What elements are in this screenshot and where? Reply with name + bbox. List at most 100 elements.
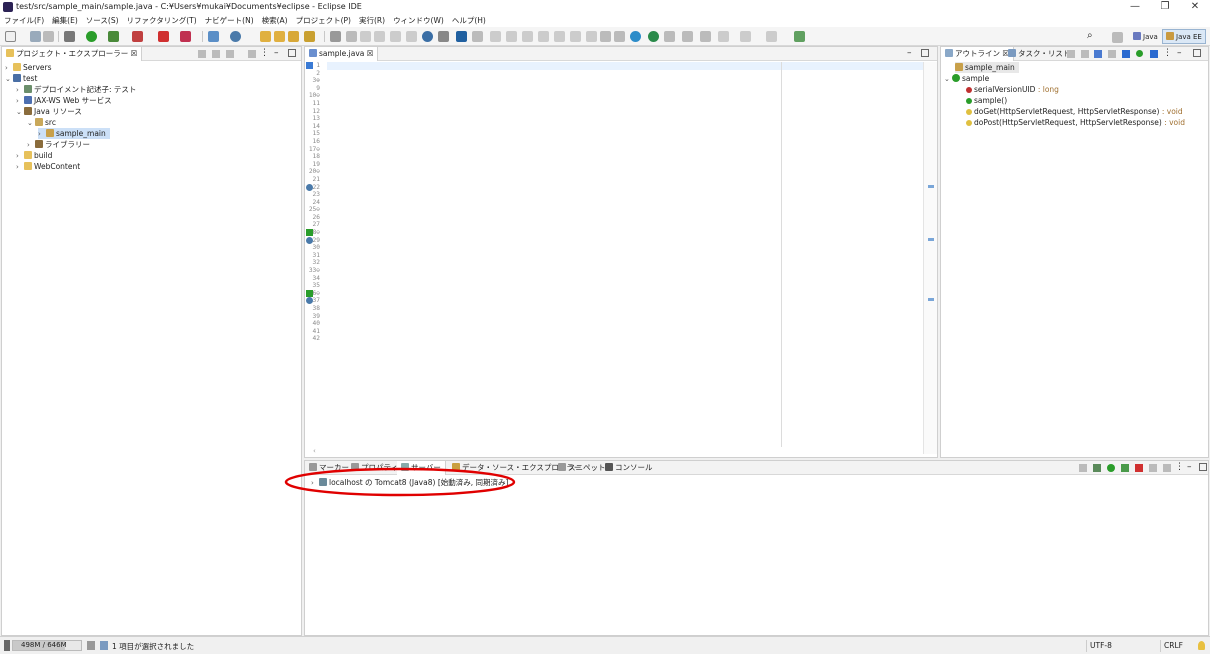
forward-icon[interactable] xyxy=(766,31,777,42)
minimize-button[interactable]: — xyxy=(1120,0,1150,14)
link-editor-icon[interactable] xyxy=(212,50,220,58)
overview-task-marker[interactable] xyxy=(928,238,934,241)
stop-server-icon[interactable] xyxy=(158,31,169,42)
coverage-icon[interactable] xyxy=(132,31,143,42)
hide-nonpublic-icon[interactable] xyxy=(1108,50,1116,58)
overview-task-marker[interactable] xyxy=(928,298,934,301)
maximize-view-icon[interactable] xyxy=(288,49,296,57)
open-perspective-button[interactable] xyxy=(1112,32,1123,43)
tree-item-jaxws[interactable]: › JAX-WS Web サービス xyxy=(16,95,112,106)
chevron-right-icon[interactable]: › xyxy=(16,162,24,173)
menu-help[interactable]: ヘルプ(H) xyxy=(448,14,490,27)
encoding-status[interactable]: UTF-8 xyxy=(1090,641,1112,650)
menu-window[interactable]: ウィンドウ(W) xyxy=(389,14,448,27)
tip-lightbulb-icon[interactable] xyxy=(1198,641,1205,650)
resume-icon[interactable] xyxy=(490,31,501,42)
chevron-down-icon[interactable]: ⌄ xyxy=(16,107,24,118)
block-select-icon[interactable] xyxy=(360,31,371,42)
tree-item-webcontent[interactable]: › WebContent xyxy=(16,161,80,172)
tree-item-deployment-descriptor[interactable]: › デプロイメント記述子: テスト xyxy=(16,84,136,95)
public-filter-icon[interactable] xyxy=(1136,50,1143,57)
editor-overview-ruler[interactable] xyxy=(923,62,937,454)
sort-icon[interactable] xyxy=(1067,50,1075,58)
paragraph-icon[interactable] xyxy=(390,31,401,42)
menu-edit[interactable]: 編集(E) xyxy=(48,14,82,27)
last-edit-icon[interactable] xyxy=(718,31,729,42)
mark-occurrences-icon[interactable] xyxy=(346,31,357,42)
outline-item-dopost[interactable]: doPost(HttpServletRequest, HttpServletRe… xyxy=(966,117,1185,128)
close-button[interactable]: ✕ xyxy=(1180,0,1210,14)
more-icon[interactable]: ⋮ xyxy=(1175,462,1184,472)
terminal-icon[interactable] xyxy=(456,31,467,42)
tree-item-java-resources[interactable]: ⌄ Java リソース xyxy=(16,106,82,117)
server-icon[interactable] xyxy=(180,31,191,42)
menu-run[interactable]: 実行(R) xyxy=(355,14,389,27)
outline-item-package[interactable]: sample_main xyxy=(955,62,1019,73)
maximize-view-icon[interactable] xyxy=(921,49,929,57)
menu-source[interactable]: ソース(S) xyxy=(82,14,123,27)
outline-item-class[interactable]: ⌄ sample xyxy=(944,73,989,84)
wrench-icon[interactable] xyxy=(664,31,675,42)
drop-frame-icon[interactable] xyxy=(586,31,597,42)
run-icon[interactable] xyxy=(86,31,97,42)
tab-task-list[interactable]: タスク・リスト xyxy=(1004,47,1074,61)
terminate-icon[interactable] xyxy=(522,31,533,42)
menu-refactor[interactable]: リファクタリング(T) xyxy=(123,14,201,27)
menu-search[interactable]: 検索(A) xyxy=(258,14,292,27)
clean-icon[interactable] xyxy=(1163,464,1171,472)
toggle-icon[interactable] xyxy=(406,31,417,42)
debug-bug-icon[interactable] xyxy=(64,31,75,42)
tab-console[interactable]: コンソール xyxy=(601,461,657,475)
debug-server-icon[interactable] xyxy=(1093,464,1101,472)
collapse-all-icon[interactable] xyxy=(1079,464,1087,472)
task-marker[interactable] xyxy=(306,297,313,304)
prev-annotation-icon[interactable] xyxy=(700,31,711,42)
search-icon[interactable]: ⌕ xyxy=(1087,30,1093,41)
next-annotation-icon[interactable] xyxy=(682,31,693,42)
hide-local-types-icon[interactable] xyxy=(1122,50,1130,58)
open-perspective-icon[interactable] xyxy=(794,31,805,42)
filter-icon[interactable] xyxy=(614,31,625,42)
task-marker[interactable] xyxy=(306,237,313,244)
hide-fields-icon[interactable] xyxy=(1081,50,1089,58)
outline-item-doget[interactable]: doGet(HttpServletRequest, HttpServletRes… xyxy=(966,106,1183,117)
pin-icon[interactable] xyxy=(330,31,341,42)
filter-icon[interactable] xyxy=(226,50,234,58)
maximize-view-icon[interactable] xyxy=(1193,49,1201,57)
profile-server-icon[interactable] xyxy=(1121,464,1129,472)
tree-item-servers[interactable]: › Servers xyxy=(5,62,52,73)
menu-navigate[interactable]: ナビゲート(N) xyxy=(201,14,258,27)
perspective-javaee[interactable]: Java EE xyxy=(1162,29,1206,44)
run-last-icon[interactable] xyxy=(648,31,659,42)
garbage-collect-icon[interactable] xyxy=(87,641,95,650)
perspective-java[interactable]: Java xyxy=(1129,29,1162,44)
tree-item-build[interactable]: › build xyxy=(16,150,52,161)
new-java-project-icon[interactable] xyxy=(208,31,219,42)
step-return-icon[interactable] xyxy=(570,31,581,42)
trim-handle-icon[interactable] xyxy=(4,640,10,651)
hide-static-icon[interactable] xyxy=(1094,50,1102,58)
tree-item-test[interactable]: ⌄ test xyxy=(5,73,37,84)
new-class-icon[interactable] xyxy=(230,31,241,42)
stop-server-icon[interactable] xyxy=(1135,464,1143,472)
minimize-view-icon[interactable]: – xyxy=(274,48,279,58)
show-whitespace-icon[interactable] xyxy=(374,31,385,42)
pencil-icon[interactable] xyxy=(304,31,315,42)
horizontal-scrollbar[interactable]: ‹ xyxy=(313,447,921,457)
override-marker[interactable] xyxy=(306,290,313,297)
more-icon[interactable]: ⋮ xyxy=(260,48,269,58)
maximize-button[interactable]: ❐ xyxy=(1150,0,1180,14)
chevron-down-icon[interactable]: ⌄ xyxy=(5,74,13,85)
outline-item-constructor[interactable]: sample() xyxy=(966,95,1007,106)
search-tool-icon[interactable] xyxy=(438,31,449,42)
collapse-all-icon[interactable] xyxy=(198,50,206,58)
link-editor-icon[interactable] xyxy=(1150,50,1158,58)
tree-item-src[interactable]: ⌄ src xyxy=(27,117,56,128)
open-folder-icon[interactable] xyxy=(260,31,271,42)
disconnect-icon[interactable] xyxy=(538,31,549,42)
maximize-view-icon[interactable] xyxy=(1199,463,1207,471)
override-marker[interactable] xyxy=(306,229,313,236)
tab-project-explorer[interactable]: プロジェクト・エクスプローラー ☒ xyxy=(2,47,143,61)
save-icon[interactable] xyxy=(30,31,41,42)
target-icon[interactable] xyxy=(630,31,641,42)
